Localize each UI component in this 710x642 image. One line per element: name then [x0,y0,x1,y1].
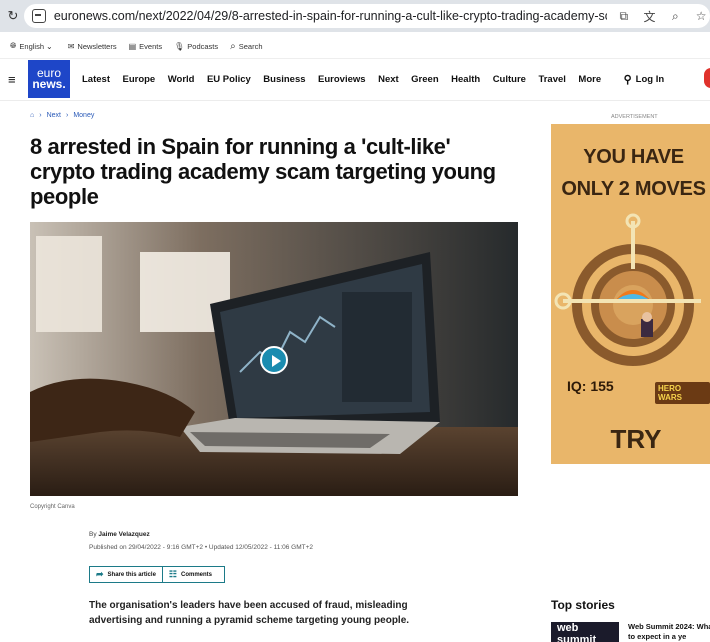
ad-headline-2: ONLY 2 MOVES [561,178,706,200]
translate-icon[interactable]: 文 [641,8,659,25]
podcasts-label: Podcasts [187,41,219,51]
language-label: English [19,41,45,51]
share-button[interactable]: ➦ Share this article [90,567,163,582]
share-icon: ➦ [96,569,104,579]
home-icon[interactable]: ⌂ [30,112,34,119]
zoom-icon[interactable]: ⌕ [666,9,684,24]
article-hero-video[interactable] [30,222,518,496]
site-settings-icon[interactable] [32,9,46,23]
nav-link-world[interactable]: World [168,74,195,85]
nav-link-next[interactable]: Next [378,74,399,85]
ad-iq-text: IQ: 155 [567,378,614,394]
ad-brand-logo: HERO WARS [655,382,710,404]
breadcrumb: ⌂ › Next › Money [30,112,99,119]
mail-icon: ✉ [67,41,75,51]
newsletters-label: Newsletters [77,41,117,51]
nav-link-travel[interactable]: Travel [538,74,565,85]
breadcrumb-money[interactable]: Money [73,112,94,119]
comments-label: Comments [180,571,212,578]
nav-link-europe[interactable]: Europe [122,74,155,85]
nav-link-culture[interactable]: Culture [493,74,526,85]
ad-puzzle-graphic [554,213,701,366]
podcasts-link[interactable]: 🎙︎ Podcasts [174,42,218,51]
login-label: Log In [635,73,665,85]
nav-link-business[interactable]: Business [263,74,305,85]
advertisement-banner[interactable]: YOU HAVE ONLY 2 MOVES IQ: 155 HERO WARS … [551,124,710,464]
globe-icon: 🌐︎ [10,41,17,50]
nav-link-more[interactable]: More [578,74,601,85]
main-nav: ≡ euro news. Latest Europe World EU Poli… [0,60,710,98]
browser-toolbar: ↻ euronews.com/next/2022/04/29/8-arreste… [0,0,710,32]
search-link[interactable]: ⌕ Search [230,41,262,52]
nav-link-green[interactable]: Green [411,74,438,85]
microphone-icon: 🎙︎ [174,41,185,51]
euronews-logo[interactable]: euro news. [28,60,70,98]
user-icon: ⚲ [623,73,632,86]
top-stories-heading: Top stories [551,598,615,612]
ad-headline-1: YOU HAVE [583,146,684,168]
ad-try-button[interactable]: TRY [551,424,710,455]
comment-bubble-icon: ☷ [168,569,177,579]
nav-link-eu-policy[interactable]: EU Policy [207,74,251,85]
share-label: Share this article [107,571,156,578]
nav-link-euroviews[interactable]: Euroviews [318,74,366,85]
chevron-down-icon: ⌄ [46,41,53,51]
utility-bar: 🌐︎ English ⌄ ✉ Newsletters ▤ Events 🎙︎ P… [0,36,710,56]
story-thumbnail[interactable]: web summit [551,622,619,642]
nav-links: Latest Europe World EU Policy Business E… [82,74,614,85]
ad-label: ADVERTISEMENT [611,114,658,120]
language-selector[interactable]: 🌐︎ English ⌄ [10,41,56,51]
image-copyright: Copyright Canva [30,504,75,510]
chevron-right-icon: › [65,112,69,119]
comments-button[interactable]: ☷ Comments [163,567,218,582]
login-button[interactable]: ⚲ Log In [624,73,665,86]
live-button[interactable] [704,68,710,88]
published-date: Published on 29/04/2022 - 9:16 GMT+2 • U… [89,544,314,551]
hamburger-menu-icon[interactable]: ≡ [8,72,22,87]
events-label: Events [139,41,163,51]
article-title: 8 arrested in Spain for running a 'cult-… [30,134,496,209]
events-link[interactable]: ▤ Events [129,42,163,51]
story-title[interactable]: Web Summit 2024: What to expect in a ye [628,622,710,642]
breadcrumb-next[interactable]: Next [47,112,61,119]
bookmark-star-icon[interactable]: ☆ [692,9,710,23]
divider [0,100,710,101]
play-button[interactable] [260,346,288,374]
byline: By Jaime Velazquez [89,531,150,538]
nav-link-latest[interactable]: Latest [82,74,110,85]
byline-prefix: By [89,531,97,538]
newsletters-link[interactable]: ✉ Newsletters [68,42,117,51]
chevron-right-icon: › [39,112,42,119]
calendar-icon: ▤ [128,41,137,51]
divider [0,58,710,59]
reload-icon[interactable]: ↻ [4,8,22,24]
article-lead: The organisation's leaders have been acc… [89,600,410,626]
author-name[interactable]: Jaime Velazquez [98,531,149,538]
install-app-icon[interactable]: ⧉ [615,9,633,24]
address-bar[interactable]: euronews.com/next/2022/04/29/8-arrested-… [24,4,710,28]
share-comments-box: ➦ Share this article ☷ Comments [89,566,225,583]
search-label: Search [238,41,263,51]
search-icon: ⌕ [230,40,236,52]
nav-link-health[interactable]: Health [451,74,480,85]
url-text[interactable]: euronews.com/next/2022/04/29/8-arrested-… [54,9,607,23]
logo-bottom-text: news. [32,77,66,91]
